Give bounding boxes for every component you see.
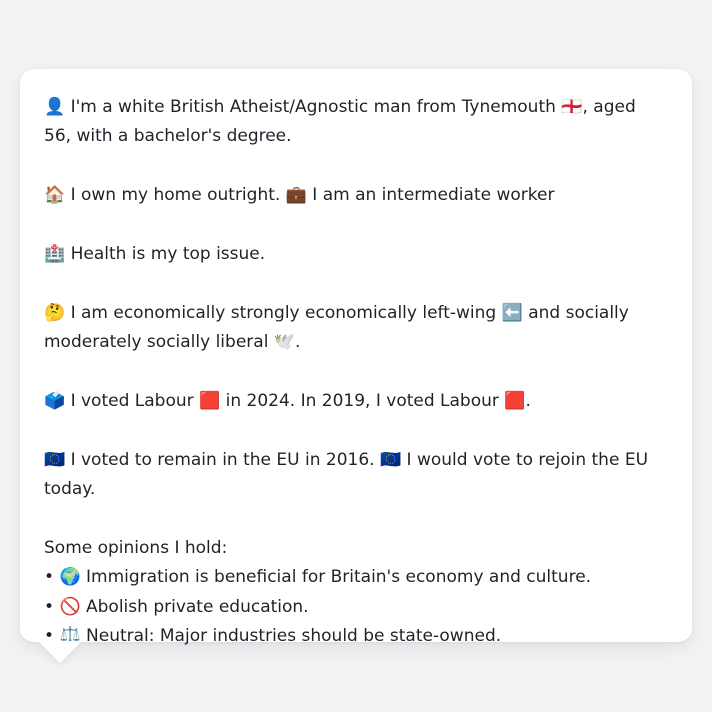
home-text: I own my home outright. (70, 185, 281, 206)
opinion-text: Immigration is beneficial for Britain's … (86, 567, 592, 588)
bullet: • (44, 596, 55, 617)
econ-text: I am economically strongly economically … (70, 302, 497, 323)
ideology-paragraph: 🤔 I am economically strongly economicall… (44, 299, 668, 358)
list-item: • 🚫 Abolish private education. (44, 593, 668, 622)
red-square-icon: 🟥 (199, 391, 221, 411)
opinions-paragraph: Some opinions I hold: • 🌍 Immigration is… (44, 534, 668, 652)
bubble-tail (38, 641, 82, 663)
vote-paragraph: 🗳️ I voted Labour 🟥 in 2024. In 2019, I … (44, 387, 668, 416)
prohibited-icon: 🚫 (59, 596, 81, 617)
home-work-paragraph: 🏠 I own my home outright. 💼 I am an inte… (44, 181, 668, 210)
opinions-heading: Some opinions I hold: (44, 538, 228, 558)
list-item: • ⚖️ Neutral: Major industries should be… (44, 622, 668, 651)
eu-paragraph: 🇪🇺 I voted to remain in the EU in 2016. … (44, 446, 668, 505)
hospital-icon: 🏥 (44, 244, 66, 264)
message-bubble: 👤 I'm a white British Atheist/Agnostic m… (20, 69, 692, 646)
thinking-face-icon: 🤔 (44, 302, 66, 323)
house-icon: 🏠 (44, 185, 66, 206)
opinion-text: Neutral: Major industries should be stat… (86, 626, 502, 647)
health-text: Health is my top issue. (70, 244, 266, 264)
left-arrow-icon: ⬅️ (501, 302, 523, 323)
england-flag-icon: 🏴󠁧󠁢󠁥󠁮󠁧󠁿 (561, 97, 583, 117)
bullet: • (44, 567, 55, 588)
list-item: • 🌍 Immigration is beneficial for Britai… (44, 563, 668, 592)
dove-icon: 🕊️ (273, 332, 295, 353)
briefcase-icon: 💼 (285, 185, 307, 206)
globe-icon: 🌍 (59, 567, 81, 588)
social-end: . (295, 332, 301, 353)
eu-flag-icon: 🇪🇺 (379, 449, 402, 470)
identity-paragraph: 👤 I'm a white British Atheist/Agnostic m… (44, 93, 668, 152)
eu-flag-icon: 🇪🇺 (44, 449, 66, 470)
ballot-box-icon: 🗳️ (44, 391, 66, 411)
work-text: I am an intermediate worker (312, 185, 555, 206)
identity-text: I'm a white British Atheist/Agnostic man… (70, 97, 556, 117)
eu-text-1: I voted to remain in the EU in 2016. (70, 449, 375, 470)
person-icon: 👤 (44, 97, 66, 117)
vote-text-2: in 2024. In 2019, I voted Labour (225, 391, 499, 411)
health-paragraph: 🏥 Health is my top issue. (44, 240, 668, 269)
red-square-icon: 🟥 (504, 391, 526, 411)
vote-text-1: I voted Labour (70, 391, 194, 411)
vote-end: . (525, 391, 531, 411)
opinion-text: Abolish private education. (86, 596, 309, 617)
